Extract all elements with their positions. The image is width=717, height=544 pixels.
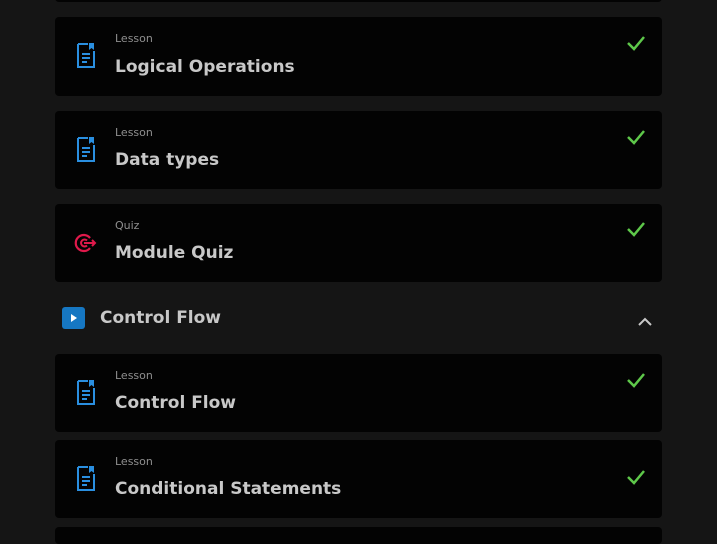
item-title[interactable]: Conditional Statements: [115, 479, 341, 499]
completed-check-icon: [626, 372, 646, 392]
lesson-document-icon: [75, 43, 97, 73]
lesson-document-icon: [75, 466, 97, 496]
item-type-label: Quiz: [115, 219, 140, 232]
play-icon: [62, 307, 85, 333]
completed-check-icon: [626, 35, 646, 55]
item-title[interactable]: Control Flow: [115, 393, 236, 413]
section-header-control-flow[interactable]: Control Flow: [55, 301, 662, 335]
lesson-document-icon: [75, 137, 97, 167]
quiz-target-icon: [73, 232, 97, 258]
course-item-partial-bottom[interactable]: [55, 527, 662, 544]
completed-check-icon: [626, 129, 646, 149]
item-type-label: Lesson: [115, 126, 153, 139]
course-item-conditional-statements[interactable]: Lesson Conditional Statements: [55, 440, 662, 518]
lesson-document-icon: [75, 380, 97, 410]
course-item-partial-top[interactable]: [55, 0, 662, 2]
course-item-data-types[interactable]: Lesson Data types: [55, 111, 662, 189]
item-type-label: Lesson: [115, 455, 153, 468]
item-title[interactable]: Module Quiz: [115, 243, 233, 263]
item-title[interactable]: Logical Operations: [115, 57, 295, 77]
item-title[interactable]: Data types: [115, 150, 219, 170]
completed-check-icon: [626, 221, 646, 241]
item-type-label: Lesson: [115, 369, 153, 382]
completed-check-icon: [626, 469, 646, 489]
item-type-label: Lesson: [115, 32, 153, 45]
section-title: Control Flow: [100, 308, 222, 328]
chevron-up-icon[interactable]: [637, 312, 653, 331]
course-item-logical-operations[interactable]: Lesson Logical Operations: [55, 17, 662, 96]
course-item-control-flow[interactable]: Lesson Control Flow: [55, 354, 662, 432]
course-item-module-quiz[interactable]: Quiz Module Quiz: [55, 204, 662, 282]
